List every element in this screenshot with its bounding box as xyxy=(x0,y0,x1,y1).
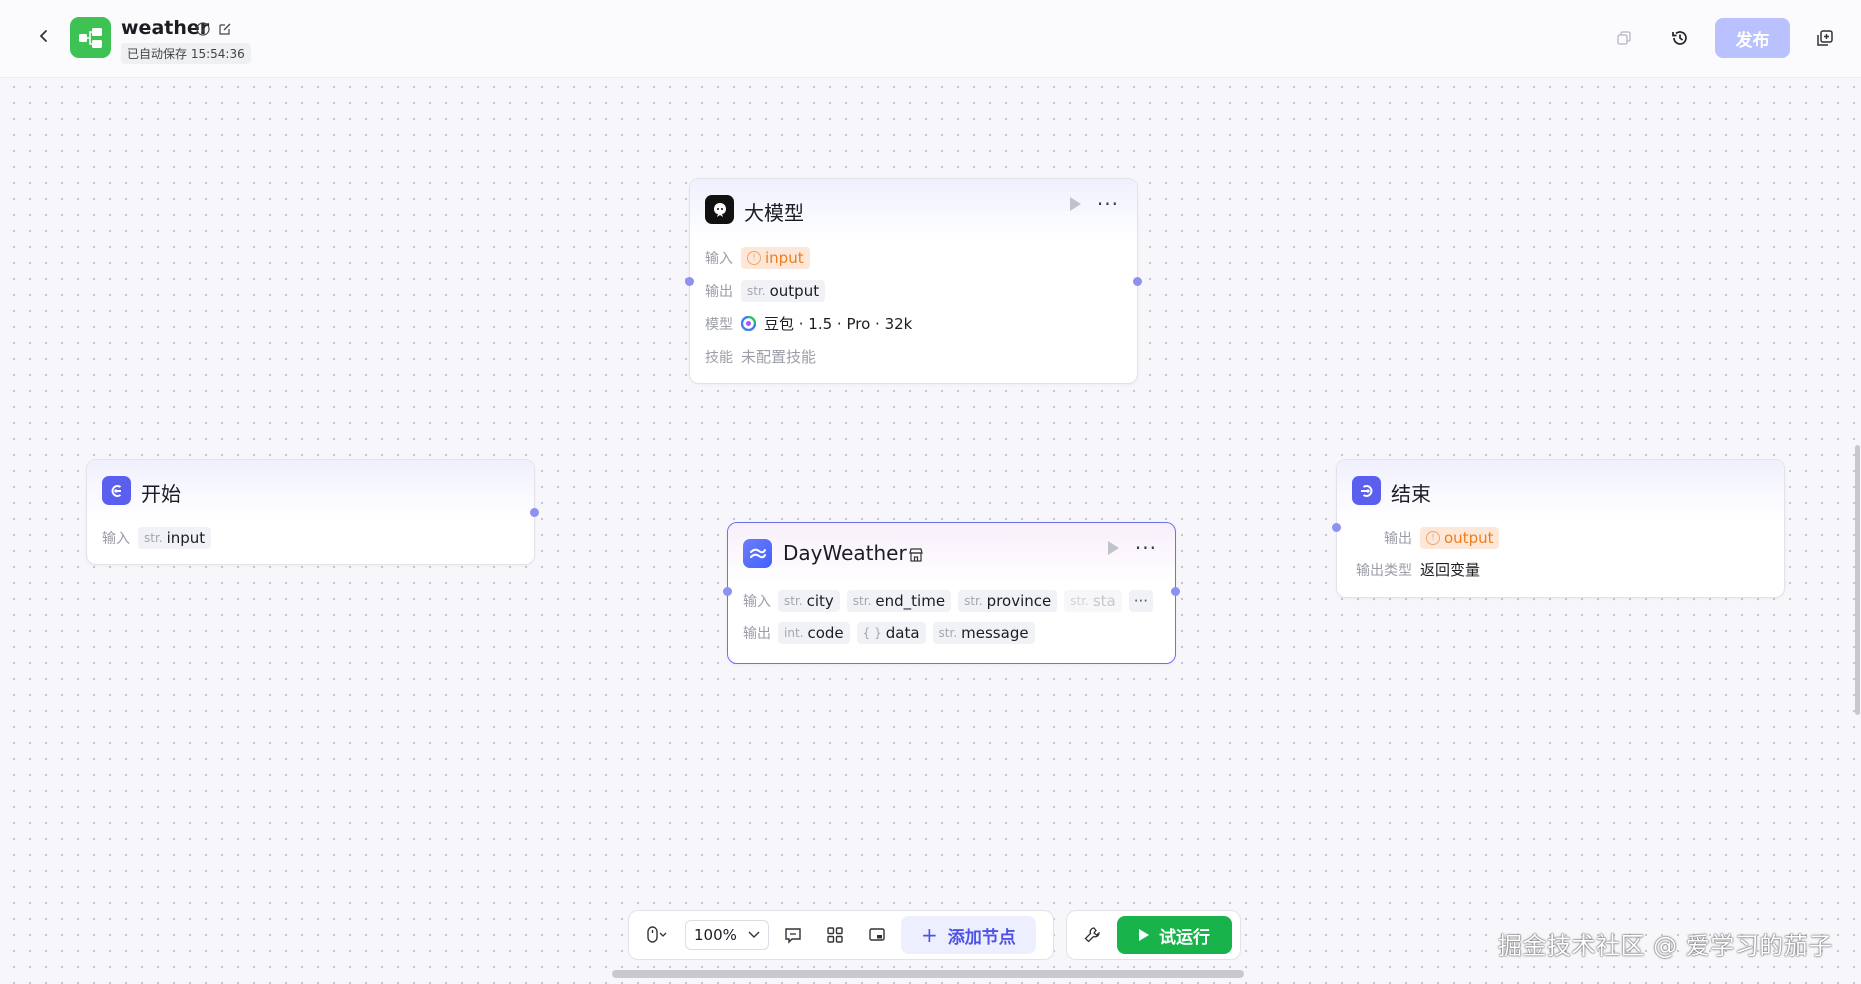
add-node-button[interactable]: + 添加节点 xyxy=(901,916,1036,954)
canvas-toolbar: 100% + 添加节点 xyxy=(628,910,1054,960)
history-button[interactable] xyxy=(1664,22,1696,54)
vertical-scrollbar[interactable] xyxy=(1855,445,1860,715)
zoom-select[interactable]: 100% xyxy=(685,920,769,950)
store-icon xyxy=(909,548,923,562)
output-label: 输出 xyxy=(743,626,771,642)
input-label: 输入 xyxy=(102,531,130,547)
output-label: 输出 xyxy=(705,284,733,300)
copy-button[interactable] xyxy=(1608,22,1640,54)
dayweather-icon xyxy=(743,539,772,568)
output-label: 输出 xyxy=(1384,531,1412,547)
copy-icon xyxy=(1617,31,1631,45)
output-variable-tag[interactable]: str. output xyxy=(741,280,826,302)
comment-icon xyxy=(785,928,801,944)
run-node-icon[interactable] xyxy=(1107,541,1119,555)
zoom-value: 100% xyxy=(694,926,737,944)
history-icon xyxy=(1672,31,1687,45)
input-variable-tag[interactable]: str. input xyxy=(138,527,212,549)
back-button[interactable] xyxy=(30,22,58,50)
end-node-title: 结束 xyxy=(1391,482,1431,506)
input-tag-end-time[interactable]: str. end_time xyxy=(846,590,952,612)
output-tag-code[interactable]: int. code xyxy=(778,622,850,644)
output-type-value: 返回变量 xyxy=(1420,561,1481,579)
test-run-button[interactable]: 试运行 xyxy=(1117,916,1232,954)
edit-icon[interactable] xyxy=(216,20,234,38)
plus-icon: + xyxy=(921,923,938,947)
output-variable-tag[interactable]: ! output xyxy=(1420,527,1500,549)
more-icon[interactable]: ··· xyxy=(1135,538,1157,558)
plugin-node-title: DayWeather xyxy=(783,541,907,565)
end-icon xyxy=(1352,476,1381,505)
output-port[interactable] xyxy=(1133,277,1142,286)
dayweather-plugin-node[interactable]: DayWeather ··· 输入 str. city str. end_time … xyxy=(723,522,1180,664)
llm-node[interactable]: 大模型 ··· 输入 ! input 输出 str. output 模型 豆包 · … xyxy=(685,178,1142,384)
input-label: 输入 xyxy=(743,594,771,610)
input-port[interactable] xyxy=(723,587,732,596)
start-node-title: 开始 xyxy=(141,482,181,506)
wrench-icon xyxy=(1084,927,1100,943)
input-variable-tag[interactable]: ! input xyxy=(741,247,810,269)
mouse-icon xyxy=(647,926,667,943)
play-icon xyxy=(1139,929,1149,941)
watermark: 掘金技术社区 @ 爱学习的茄子 xyxy=(1498,932,1833,960)
end-node[interactable]: 结束 输出 ! output 输出类型 返回变量 xyxy=(1332,459,1785,598)
run-node-icon[interactable] xyxy=(1069,197,1081,211)
interaction-mode-button[interactable] xyxy=(635,917,679,953)
warning-icon: ! xyxy=(1426,531,1440,545)
start-node[interactable]: 开始 输入 str. input xyxy=(86,459,539,565)
llm-node-title: 大模型 xyxy=(744,201,804,225)
comment-button[interactable] xyxy=(775,917,811,953)
chevron-left-icon xyxy=(39,30,47,42)
input-port[interactable] xyxy=(1332,523,1341,532)
warning-icon: ! xyxy=(747,251,761,265)
input-tag-city[interactable]: str. city xyxy=(778,590,840,612)
run-toolbar: 试运行 xyxy=(1066,910,1241,960)
info-icon[interactable] xyxy=(194,20,212,38)
skill-label: 技能 xyxy=(705,349,733,366)
publish-button[interactable]: 发布 xyxy=(1715,18,1790,58)
skill-value: 未配置技能 xyxy=(741,348,817,366)
model-value: 豆包 · 1.5 · Pro · 32k xyxy=(764,315,913,333)
horizontal-scrollbar[interactable] xyxy=(612,970,1244,978)
output-type-label: 输出类型 xyxy=(1356,562,1412,579)
doubao-model-icon xyxy=(741,316,756,331)
minimap-icon xyxy=(869,928,885,941)
llm-icon xyxy=(705,195,734,224)
auto-layout-button[interactable] xyxy=(817,917,853,953)
grid-layout-icon xyxy=(827,927,843,943)
output-tag-data[interactable]: { } data xyxy=(856,622,926,644)
workflow-app-icon xyxy=(70,17,111,58)
output-tag-message[interactable]: str. message xyxy=(932,622,1035,644)
input-port[interactable] xyxy=(685,277,694,286)
chevron-down-icon xyxy=(748,931,760,938)
duplicate-icon xyxy=(1817,30,1833,46)
input-tag-province[interactable]: str. province xyxy=(958,590,1058,612)
autosave-status: 已自动保存 15:54:36 xyxy=(121,43,251,64)
debug-tool-button[interactable] xyxy=(1073,917,1111,953)
duplicate-button[interactable] xyxy=(1809,22,1841,54)
input-tag-truncated[interactable]: str. sta xyxy=(1064,590,1122,612)
more-icon[interactable]: ··· xyxy=(1097,194,1119,214)
output-port[interactable] xyxy=(1171,587,1180,596)
model-label: 模型 xyxy=(705,316,733,333)
input-label: 输入 xyxy=(705,251,733,267)
minimap-button[interactable] xyxy=(859,917,895,953)
more-inputs-button[interactable]: ··· xyxy=(1128,590,1154,612)
output-port[interactable] xyxy=(530,508,539,517)
top-bar: weather 已自动保存 15:54:36 发布 xyxy=(0,0,1861,78)
workflow-canvas[interactable]: 大模型 ··· 输入 ! input 输出 str. output 模型 豆包 · … xyxy=(6,79,1855,984)
start-icon xyxy=(102,476,131,505)
